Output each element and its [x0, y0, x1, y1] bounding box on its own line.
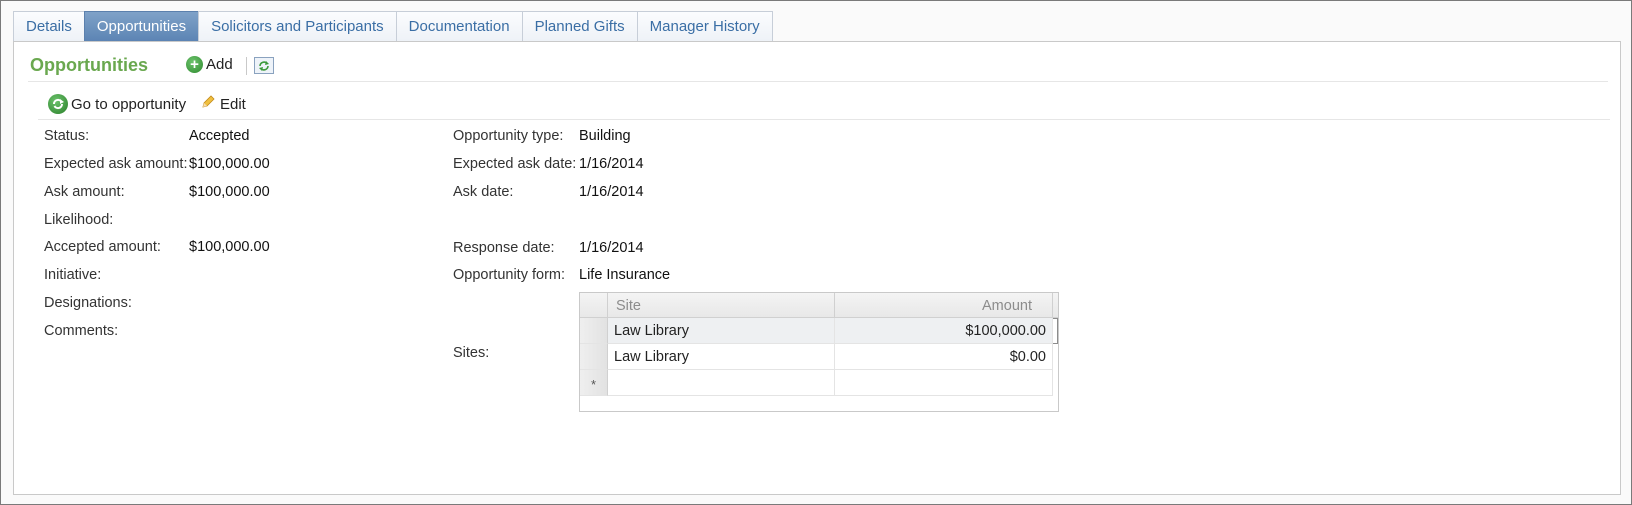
tab-documentation[interactable]: Documentation [395, 11, 523, 41]
new-row-marker: * [580, 370, 608, 396]
ask-amount-label: Ask amount: [44, 184, 125, 200]
response-date-label: Response date: [453, 240, 555, 256]
expected-ask-amount-label: Expected ask amount: [44, 156, 188, 172]
opportunities-panel: Opportunities + Add Go to opportunity Ed… [13, 41, 1621, 495]
ask-date-label: Ask date: [453, 184, 514, 200]
new-amount-cell[interactable] [835, 370, 1053, 396]
tab-details[interactable]: Details [13, 11, 85, 41]
likelihood-label: Likelihood: [44, 212, 114, 228]
tab-opportunities[interactable]: Opportunities [83, 11, 200, 41]
row-header[interactable] [580, 318, 608, 344]
toolbar-divider [246, 57, 247, 75]
tab-bar: Details Opportunities Solicitors and Par… [13, 11, 773, 41]
status-value: Accepted [189, 128, 250, 144]
opportunity-form-label: Opportunity form: [453, 267, 566, 283]
new-row[interactable]: * [580, 370, 1058, 396]
pencil-icon [200, 94, 216, 114]
refresh-icon[interactable] [254, 57, 274, 74]
section-title: Opportunities [30, 55, 148, 75]
initiative-label: Initiative: [44, 267, 102, 283]
site-cell[interactable]: Law Library [608, 318, 835, 344]
table-row[interactable]: Law Library $100,000.00 [580, 318, 1058, 344]
designations-label: Designations: [44, 295, 132, 311]
accepted-amount-label: Accepted amount: [44, 239, 161, 255]
record-action-bar: Go to opportunity Edit [38, 94, 1610, 120]
new-site-cell[interactable] [608, 370, 835, 396]
accepted-amount-value: $100,000.00 [189, 239, 270, 255]
plus-icon: + [186, 56, 203, 73]
section-header: Opportunities + Add [28, 52, 1608, 82]
site-cell[interactable]: Law Library [608, 344, 835, 370]
add-button[interactable]: + Add [186, 56, 233, 73]
grid-corner-cell [580, 293, 608, 318]
window-frame: Details Opportunities Solicitors and Par… [0, 0, 1632, 505]
tab-solicitors-and-participants[interactable]: Solicitors and Participants [198, 11, 397, 41]
expected-ask-date-value: 1/16/2014 [579, 156, 644, 172]
opportunity-form-value: Life Insurance [579, 267, 671, 283]
response-date-value: 1/16/2014 [579, 240, 644, 256]
opportunity-type-value: Building [579, 128, 631, 144]
row-header[interactable] [580, 344, 608, 370]
opportunity-type-label: Opportunity type: [453, 128, 564, 144]
tab-planned-gifts[interactable]: Planned Gifts [521, 11, 638, 41]
sites-grid: Site Amount Law Library $100,000.00 Law … [579, 292, 1059, 412]
tab-manager-history[interactable]: Manager History [636, 11, 773, 41]
sites-label: Sites: [453, 345, 490, 361]
table-row[interactable]: Law Library $0.00 [580, 344, 1058, 370]
comments-label: Comments: [44, 323, 119, 339]
edit-label: Edit [220, 95, 246, 113]
amount-cell[interactable]: $100,000.00 [835, 318, 1053, 344]
go-to-opportunity-button[interactable]: Go to opportunity [48, 94, 186, 114]
expected-ask-date-label: Expected ask date: [453, 156, 577, 172]
column-header-amount[interactable]: Amount [835, 293, 1053, 318]
grid-header: Site Amount [580, 293, 1058, 318]
ask-date-value: 1/16/2014 [579, 184, 644, 200]
status-label: Status: [44, 128, 90, 144]
go-to-opportunity-label: Go to opportunity [71, 95, 187, 113]
go-to-icon [48, 94, 68, 114]
add-button-label: Add [206, 56, 233, 73]
ask-amount-value: $100,000.00 [189, 184, 270, 200]
expected-ask-amount-value: $100,000.00 [189, 156, 270, 172]
column-header-site[interactable]: Site [608, 293, 835, 318]
edit-button[interactable]: Edit [200, 94, 246, 114]
amount-cell[interactable]: $0.00 [835, 344, 1053, 370]
